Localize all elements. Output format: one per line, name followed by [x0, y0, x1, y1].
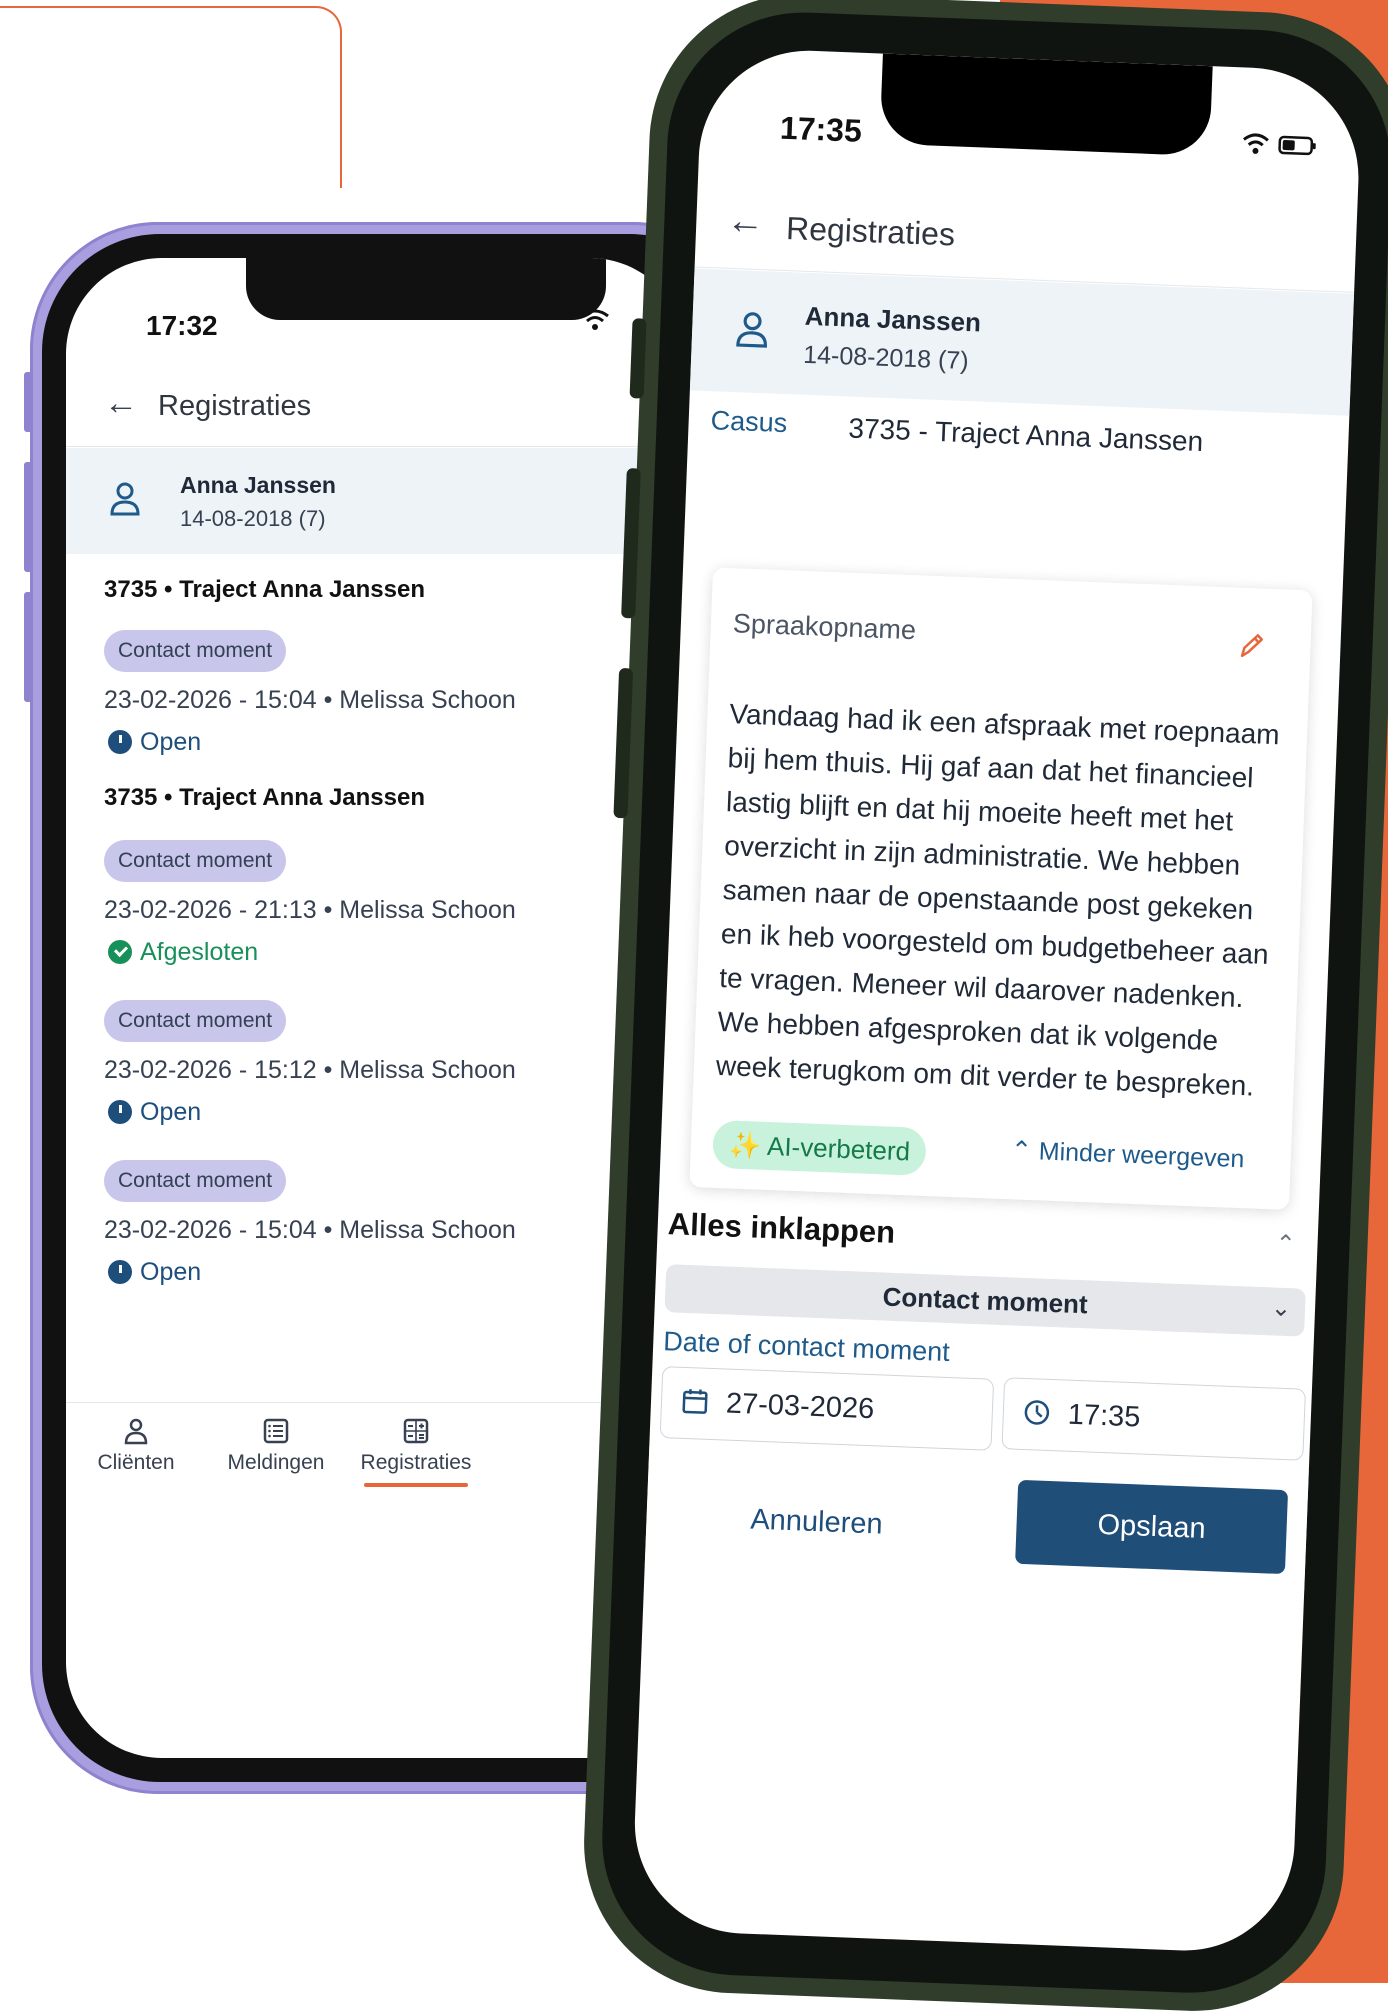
date-label: Date of contact moment	[663, 1326, 951, 1368]
active-tab-indicator	[364, 1483, 468, 1487]
tab-registraties[interactable]: Registraties	[346, 1417, 486, 1475]
ai-badge-label: AI-verbeterd	[767, 1131, 911, 1166]
date-input[interactable]: 27-03-2026	[660, 1366, 995, 1451]
date-value: 27-03-2026	[725, 1388, 875, 1427]
type-badge: Contact moment	[104, 630, 286, 672]
tab-label: Meldingen	[228, 1451, 325, 1474]
back-phone-screen: 17:32 ← Registraties Anna Janssen 14-08-…	[66, 258, 686, 1758]
ai-improved-badge: ✨ AI-verbeterd	[712, 1120, 927, 1176]
client-bar: Anna Janssen 14-08-2018 (7)	[66, 448, 686, 554]
collapse-all-button[interactable]: Alles inklappen	[667, 1206, 896, 1251]
type-badge: Contact moment	[104, 1160, 286, 1202]
time-value: 17:35	[1067, 1399, 1141, 1435]
tab-clienten[interactable]: Cliënten	[66, 1417, 206, 1475]
side-button	[24, 462, 32, 572]
front-phone-screen: 17:35 ← Registraties Anna Janssen 14-08-…	[631, 47, 1363, 1955]
notch	[879, 54, 1212, 157]
person-icon	[122, 1417, 150, 1445]
chevron-down-icon: ⌄	[1271, 1293, 1292, 1323]
calendar-icon	[679, 1386, 710, 1417]
client-name: Anna Janssen	[180, 472, 336, 499]
client-bar: Anna Janssen 14-08-2018 (7)	[690, 268, 1354, 415]
group-title: 3735 • Traject Anna Janssen	[104, 576, 425, 604]
cancel-button[interactable]: Annuleren	[705, 1488, 927, 1556]
back-arrow-icon[interactable]: ←	[104, 384, 138, 423]
entry-meta[interactable]: 23-02-2026 - 15:04 • Melissa Schoon	[104, 686, 516, 715]
magic-wand-icon: ✨	[728, 1129, 762, 1160]
tab-meldingen[interactable]: Meldingen	[206, 1417, 346, 1475]
check-circle-icon	[108, 940, 132, 964]
status-label: Open	[140, 728, 201, 756]
edit-pencil-icon[interactable]	[1236, 630, 1267, 661]
wifi-battery-icon	[1239, 129, 1320, 167]
tab-bar: Cliënten Meldingen Registraties	[66, 1402, 686, 1503]
clock-icon	[108, 1100, 132, 1124]
client-name: Anna Janssen	[804, 301, 981, 339]
side-button	[24, 592, 32, 702]
status-indicator: Open	[108, 728, 201, 757]
entry-meta[interactable]: 23-02-2026 - 15:04 • Melissa Schoon	[104, 1216, 516, 1245]
entry-meta[interactable]: 23-02-2026 - 21:13 • Melissa Schoon	[104, 896, 516, 925]
person-icon	[108, 480, 142, 520]
recording-label: Spraakopname	[732, 608, 916, 646]
entry-meta[interactable]: 23-02-2026 - 15:12 • Melissa Schoon	[104, 1056, 516, 1085]
save-button[interactable]: Opslaan	[1015, 1480, 1288, 1574]
time-input[interactable]: 17:35	[1001, 1377, 1306, 1461]
page-title: Registraties	[158, 390, 311, 423]
calculator-icon	[402, 1417, 430, 1445]
casus-label: Casus	[710, 405, 788, 439]
side-button	[24, 372, 32, 432]
section-header[interactable]: Contact moment ⌄	[664, 1264, 1305, 1337]
clock-icon	[108, 1260, 132, 1284]
chevron-up-icon[interactable]: ⌃	[1275, 1230, 1296, 1260]
status-label: Open	[140, 1258, 201, 1286]
wifi-icon	[580, 308, 610, 339]
form-footer: Annuleren Opslaan	[645, 1446, 1309, 1591]
notch	[246, 258, 606, 320]
status-indicator: Open	[108, 1098, 201, 1127]
back-arrow-icon[interactable]: ←	[726, 200, 766, 244]
type-badge: Contact moment	[104, 840, 286, 882]
person-icon	[733, 308, 771, 353]
tab-label: Registraties	[361, 1451, 472, 1474]
list-icon	[262, 1417, 290, 1445]
status-time: 17:32	[146, 310, 218, 342]
status-indicator: Open	[108, 1258, 201, 1287]
type-badge: Contact moment	[104, 1000, 286, 1042]
status-time: 17:35	[779, 110, 862, 150]
decorative-outline	[0, 6, 342, 188]
client-dob: 14-08-2018 (7)	[803, 341, 969, 376]
recording-card: Spraakopname Vandaag had ik een afspraak…	[689, 567, 1312, 1210]
side-button	[630, 318, 647, 398]
tab-label: Cliënten	[97, 1451, 174, 1474]
client-dob: 14-08-2018 (7)	[180, 506, 326, 532]
show-less-label: Minder weergeven	[1038, 1137, 1245, 1173]
section-title: Contact moment	[664, 1264, 1305, 1337]
group-title: 3735 • Traject Anna Janssen	[104, 784, 425, 812]
app-header: ← Registraties	[66, 366, 686, 447]
recording-text[interactable]: Vandaag had ik een afspraak met roepnaam…	[715, 692, 1290, 1109]
show-less-link[interactable]: ⌃ Minder weergeven	[1010, 1135, 1245, 1174]
page-title: Registraties	[785, 210, 955, 253]
casus-value: 3735 - Traject Anna Janssen	[848, 413, 1204, 459]
clock-icon	[108, 730, 132, 754]
clock-icon	[1021, 1397, 1052, 1428]
front-phone: 17:35 ← Registraties Anna Janssen 14-08-…	[578, 0, 1388, 2016]
status-label: Open	[140, 1098, 201, 1126]
chevron-up-icon: ⌃	[1010, 1136, 1032, 1165]
status-indicator: Afgesloten	[108, 938, 258, 967]
status-label: Afgesloten	[140, 938, 258, 966]
